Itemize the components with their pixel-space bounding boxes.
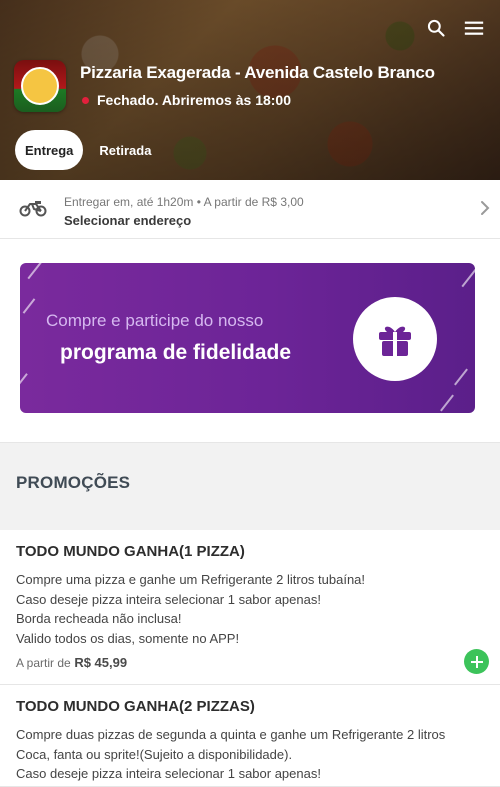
loyalty-program-banner[interactable]: Compre e participe do nosso programa de … [20,263,475,413]
description-line: Coca, fanta ou sprite!(Sujeito a disponi… [16,746,293,762]
description-line: Compre uma pizza e ganhe um Refrigerante… [16,572,366,587]
logo-emblem [21,67,59,105]
select-address-label: Selecionar endereço [64,213,192,228]
product-description: Compre uma pizza e ganhe um Refrigerante… [16,570,365,648]
product-description: Compre duas pizzas de segunda a quinta e… [16,725,445,784]
product-title: TODO MUNDO GANHA(1 PIZZA) [16,543,245,560]
status-dot-icon [82,96,89,104]
motorcycle-icon [19,197,47,224]
tab-entrega[interactable]: Entrega [15,130,84,170]
add-to-cart-button[interactable] [464,649,489,674]
product-price: A partir de R$ 45,99 [16,655,127,670]
price-prefix: A partir de [16,656,71,670]
description-line: Borda recheada não inclusa! [16,611,182,626]
plus-icon [470,655,483,668]
product-card[interactable]: TODO MUNDO GANHA(1 PIZZA) Compre uma piz… [0,530,500,685]
status-text: Fechado. Abriremos às 18:00 [97,92,292,108]
store-status: Fechado. Abriremos às 18:00 [82,92,291,108]
description-line: Caso deseje pizza inteira selecionar 1 s… [16,591,321,607]
header-actions [424,16,486,40]
section-title: PROMOÇÕES [16,473,131,492]
price-value: R$ 45,99 [74,655,128,670]
menu-icon[interactable] [462,16,486,40]
tab-retirada[interactable]: Retirada [89,130,161,170]
product-title: TODO MUNDO GANHA(2 PIZZAS) [16,698,255,715]
banner-decoration [20,373,28,395]
description-line: Caso deseje pizza inteira selecionar 1 s… [16,766,321,781]
store-name: Pizzaria Exagerada - Avenida Castelo Bra… [80,63,435,82]
banner-decoration [440,394,454,412]
store-logo [14,60,66,112]
banner-section: Compre e participe do nosso programa de … [0,239,500,443]
chevron-right-icon [480,200,490,221]
description-line: Valido todos os dias, somente no APP! [16,630,240,646]
search-icon[interactable] [424,16,448,40]
banner-subtitle: Compre e participe do nosso [46,311,264,330]
delivery-info: Entregar em, até 1h20m • A partir de R$ … [64,195,304,209]
gift-icon [353,297,437,381]
banner-title: programa de fidelidade [60,341,292,364]
description-line: Compre duas pizzas de segunda a quinta e… [16,727,446,742]
banner-decoration [454,368,468,386]
product-card[interactable]: TODO MUNDO GANHA(2 PIZZAS) Compre duas p… [0,685,500,787]
banner-decoration [22,298,36,314]
banner-decoration [461,268,475,288]
order-type-tabs: Entrega Retirada [15,130,161,170]
banner-decoration [27,263,43,280]
delivery-address-selector[interactable]: Entregar em, até 1h20m • A partir de R$ … [0,180,500,239]
